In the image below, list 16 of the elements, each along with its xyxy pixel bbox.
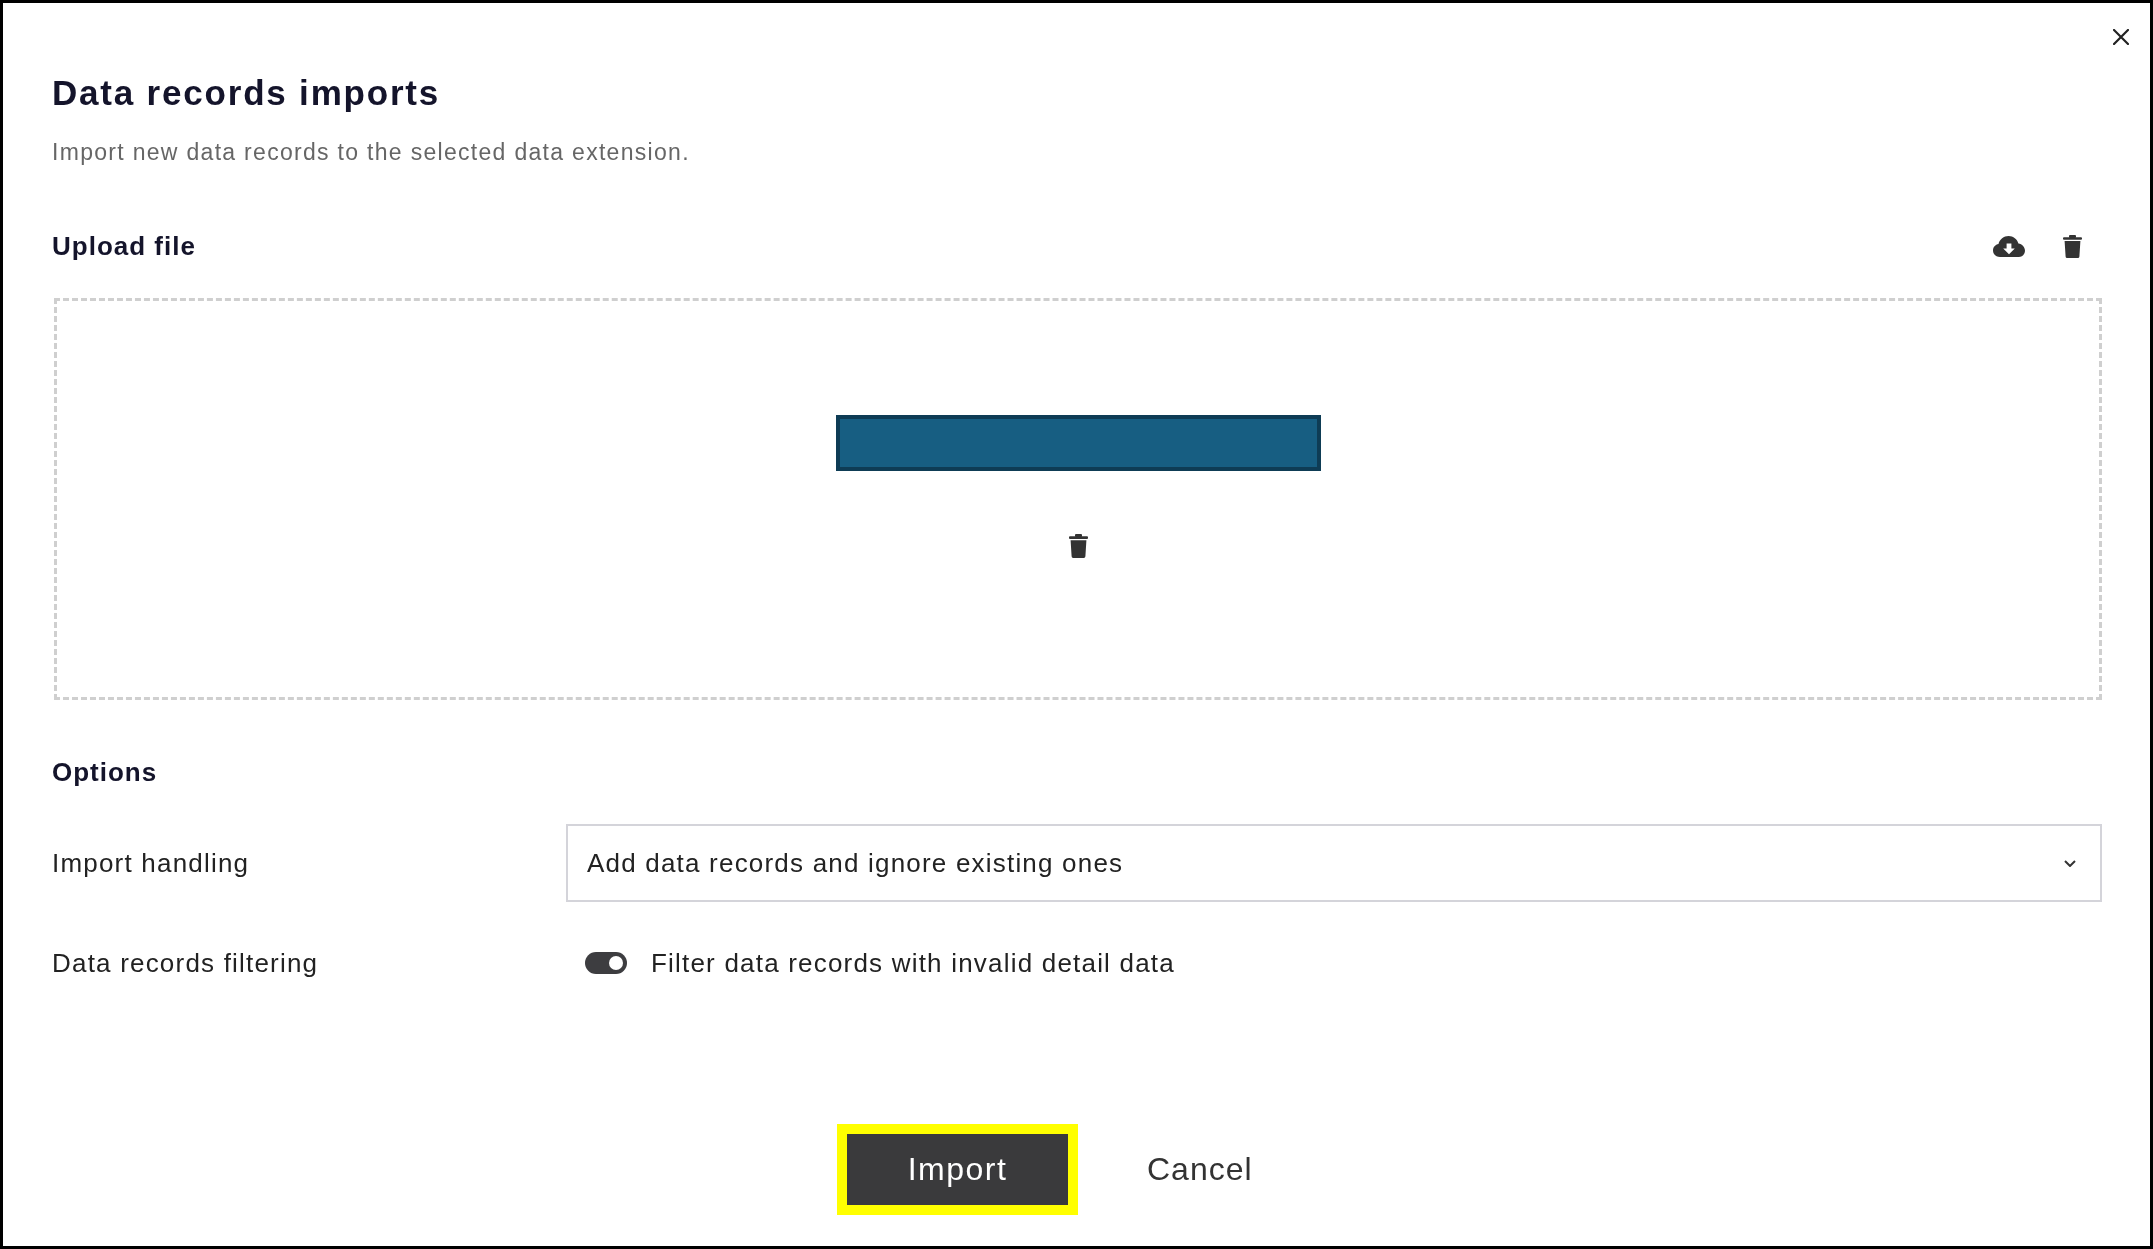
cloud-download-icon[interactable]: [1993, 235, 2025, 257]
close-icon[interactable]: [2113, 29, 2129, 45]
chevron-down-icon: [2064, 859, 2076, 867]
section-heading: Options: [52, 756, 159, 789]
import-handling-select[interactable]: Add data records and ignore existing ones: [566, 824, 2102, 902]
toggle-switch[interactable]: [585, 952, 627, 974]
file-drop-zone[interactable]: [54, 298, 2102, 700]
trash-icon[interactable]: [1068, 534, 1088, 558]
toggle-label: Filter data records with invalid detail data: [651, 947, 1175, 980]
field-label: Import handling: [52, 847, 251, 880]
section-heading: Upload file: [52, 230, 196, 263]
dialog-title: Data records imports: [52, 73, 441, 113]
dialog-subtitle: Import new data records to the selected data extension.: [52, 138, 691, 167]
trash-icon[interactable]: [2063, 234, 2082, 258]
field-label: Data records filtering: [52, 947, 320, 980]
text-button[interactable]: Cancel: [1127, 1134, 1273, 1205]
